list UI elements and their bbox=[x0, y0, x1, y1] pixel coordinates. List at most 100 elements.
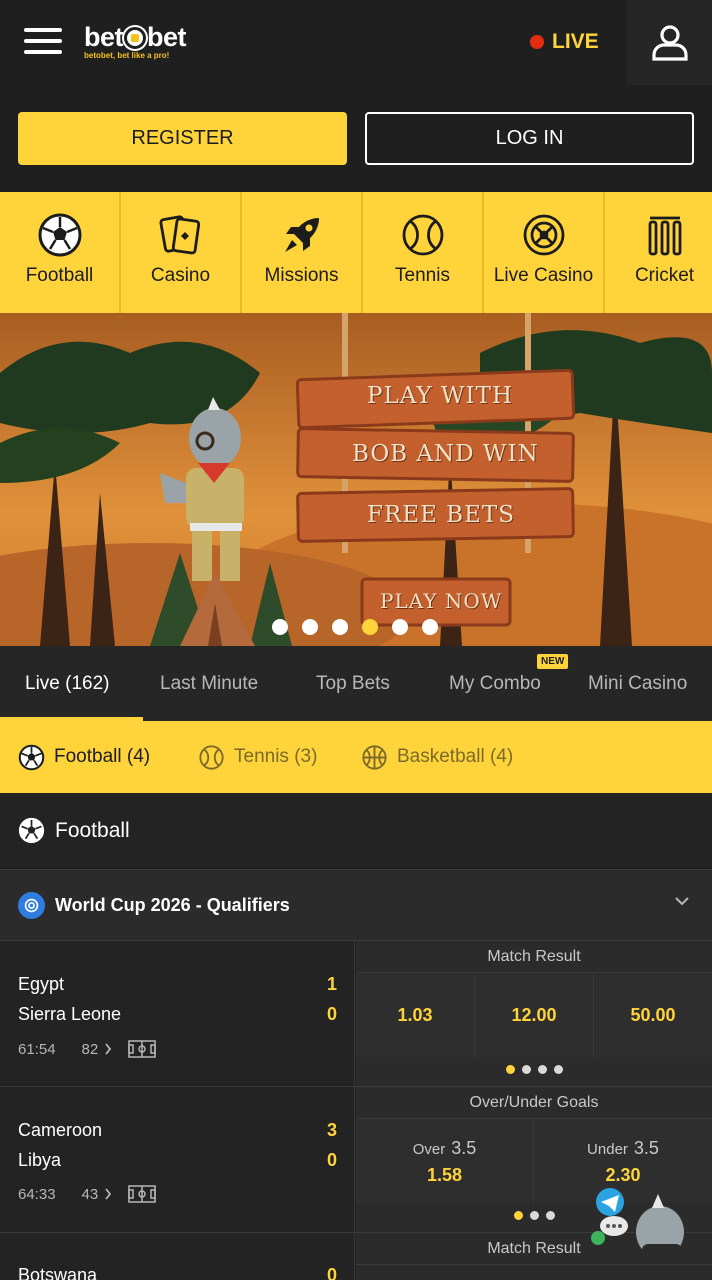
league-header[interactable]: World Cup 2026 - Qualifiers bbox=[0, 869, 712, 940]
brand-logo[interactable]: bet bet betobet, bet like a pro! bbox=[84, 22, 187, 60]
category-football[interactable]: Football bbox=[0, 192, 121, 313]
home-team: Botswana bbox=[18, 1265, 98, 1280]
match-time: 64:33 bbox=[18, 1185, 56, 1203]
sport-filter-basketball[interactable]: Basketball (4) bbox=[361, 721, 513, 793]
market-dot-active[interactable] bbox=[505, 1065, 515, 1074]
category-label: Cricket bbox=[634, 265, 695, 286]
tennis-ball-icon bbox=[199, 744, 224, 770]
tennis-ball-icon bbox=[402, 214, 443, 256]
market-dot-active[interactable] bbox=[513, 1211, 523, 1220]
user-icon bbox=[652, 25, 688, 61]
banner-dot-active[interactable] bbox=[362, 619, 378, 635]
sport-filter-football[interactable]: Football (4) bbox=[18, 721, 150, 793]
banner-line-2: BOB AND WIN bbox=[352, 441, 539, 467]
banner-line-3: FREE BETS bbox=[367, 502, 515, 528]
over-line: 3.5 bbox=[451, 1137, 477, 1158]
market-dot[interactable] bbox=[545, 1211, 555, 1220]
rocket-icon bbox=[284, 218, 319, 252]
over-label: Over bbox=[412, 1140, 446, 1158]
category-cricket[interactable]: Cricket bbox=[605, 192, 712, 313]
sport-filter-label: Football (4) bbox=[54, 746, 151, 767]
category-label: Casino bbox=[150, 265, 211, 286]
banner-dot[interactable] bbox=[422, 619, 438, 635]
over-odds: 1.58 bbox=[426, 1164, 463, 1185]
banner-dot[interactable] bbox=[272, 619, 288, 635]
sport-filter-bar: Football (4) Tennis (3) Basketball (4) bbox=[0, 721, 712, 793]
under-odds: 2.30 bbox=[605, 1164, 641, 1185]
tab-my-combo[interactable]: My Combo bbox=[449, 646, 541, 721]
more-markets-count[interactable]: 82 bbox=[82, 1041, 99, 1058]
home-score: 3 bbox=[326, 1120, 337, 1140]
chevron-down-icon[interactable] bbox=[674, 896, 690, 906]
odds-draw[interactable]: 12.00 bbox=[475, 974, 594, 1057]
banner-dot[interactable] bbox=[302, 619, 318, 635]
brand-left: bet bbox=[84, 22, 124, 52]
pitch-icon[interactable] bbox=[128, 1185, 156, 1203]
live-button[interactable]: LIVE bbox=[530, 30, 599, 54]
match-row: Egypt 1 Sierra Leone 0 61:54 82 Match Re… bbox=[0, 940, 712, 1086]
odds-over[interactable]: Over 3.5 1.58 bbox=[356, 1120, 534, 1203]
match-teams[interactable]: Egypt 1 Sierra Leone 0 61:54 82 bbox=[0, 941, 355, 1086]
market-title: Match Result bbox=[356, 941, 712, 973]
chevron-right-icon bbox=[105, 1188, 112, 1200]
market-dot[interactable] bbox=[537, 1065, 547, 1074]
section-heading: Football bbox=[0, 793, 712, 868]
category-label: Football bbox=[25, 265, 94, 286]
market-title: Over/Under Goals bbox=[356, 1087, 712, 1119]
home-score: 0 bbox=[326, 1265, 337, 1280]
market-dot[interactable] bbox=[521, 1065, 531, 1074]
away-team: Libya bbox=[18, 1150, 62, 1170]
tab-mini-casino[interactable]: Mini Casino bbox=[588, 646, 687, 721]
away-team: Sierra Leone bbox=[18, 1004, 122, 1024]
menu-icon[interactable] bbox=[24, 28, 62, 56]
category-tennis[interactable]: Tennis bbox=[363, 192, 484, 313]
market-panel: Match Result 1.03 12.00 50.00 bbox=[356, 941, 712, 1086]
match-teams[interactable]: Botswana 0 bbox=[0, 1233, 355, 1280]
telegram-chat-icon bbox=[591, 1188, 684, 1262]
market-dot[interactable] bbox=[529, 1211, 539, 1220]
banner-cta[interactable]: PLAY NOW bbox=[380, 589, 502, 613]
category-label: Tennis bbox=[395, 265, 450, 286]
banner-pagination bbox=[272, 619, 438, 635]
match-teams[interactable]: Cameroon 3 Libya 0 64:33 43 bbox=[0, 1087, 355, 1232]
banner-line-1: PLAY WITH bbox=[367, 383, 514, 409]
category-casino[interactable]: Casino bbox=[121, 192, 242, 313]
sport-filter-tennis[interactable]: Tennis (3) bbox=[198, 721, 317, 793]
match-time: 61:54 bbox=[18, 1040, 56, 1058]
register-button[interactable]: REGISTER bbox=[18, 112, 347, 165]
login-button[interactable]: LOG IN bbox=[365, 112, 694, 165]
market-dot[interactable] bbox=[553, 1065, 563, 1074]
away-score: 0 bbox=[326, 1004, 337, 1024]
football-icon bbox=[38, 213, 81, 257]
cards-icon bbox=[158, 215, 200, 255]
category-missions[interactable]: Missions bbox=[242, 192, 363, 313]
home-team: Egypt bbox=[18, 974, 65, 994]
odds-home[interactable]: 1.03 bbox=[356, 974, 475, 1057]
live-label: LIVE bbox=[552, 30, 599, 53]
league-name: World Cup 2026 - Qualifiers bbox=[55, 894, 290, 915]
category-label: Live Casino bbox=[493, 265, 594, 286]
football-icon bbox=[18, 744, 45, 770]
football-icon bbox=[18, 817, 45, 844]
category-label: Missions bbox=[264, 265, 339, 286]
tab-top-bets[interactable]: Top Bets bbox=[316, 646, 390, 721]
support-chat-widget[interactable] bbox=[586, 1186, 696, 1266]
promo-banner[interactable]: PLAY WITH BOB AND WIN FREE BETS PLAY NOW bbox=[0, 313, 712, 646]
sport-filter-label: Tennis (3) bbox=[234, 746, 318, 767]
odds-away[interactable]: 50.00 bbox=[594, 974, 712, 1057]
under-label: Under bbox=[587, 1140, 628, 1158]
banner-dot[interactable] bbox=[332, 619, 348, 635]
tab-last-minute[interactable]: Last Minute bbox=[160, 646, 258, 721]
cricket-wickets-icon bbox=[648, 216, 681, 256]
banner-dot[interactable] bbox=[392, 619, 408, 635]
account-button[interactable] bbox=[627, 0, 712, 85]
logo-ball-icon bbox=[124, 27, 146, 49]
match-meta: 64:33 43 bbox=[18, 1185, 156, 1203]
category-strip[interactable]: Football Casino Missions Tennis Live Cas… bbox=[0, 192, 712, 313]
pitch-icon[interactable] bbox=[128, 1040, 156, 1058]
world-cup-icon bbox=[18, 891, 45, 919]
category-live-casino[interactable]: Live Casino bbox=[484, 192, 605, 313]
bet-tabs: Live (162) Last Minute Top Bets My Combo… bbox=[0, 646, 712, 721]
tab-live[interactable]: Live (162) bbox=[25, 646, 110, 721]
more-markets-count[interactable]: 43 bbox=[82, 1186, 99, 1203]
